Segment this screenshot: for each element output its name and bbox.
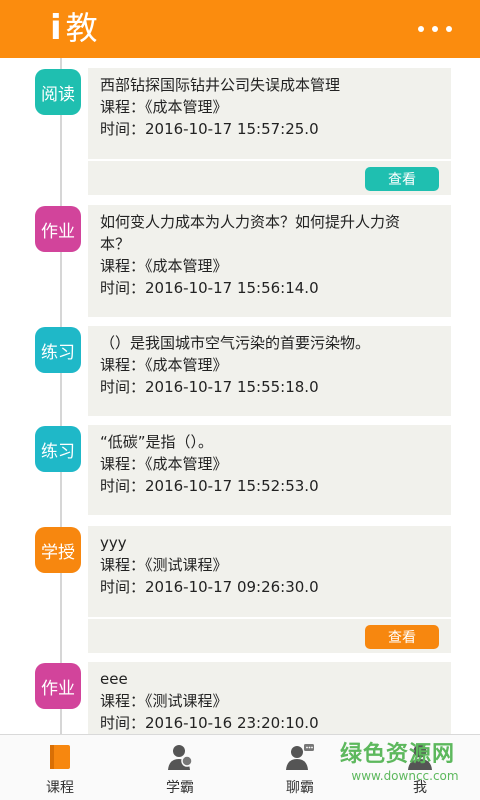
badge-label: 学授 xyxy=(41,542,75,563)
feed-card[interactable]: “低碳”是指（）。 课程：《成本管理》 时间：2016-10-17 15:52:… xyxy=(88,425,451,515)
badge-label: 阅读 xyxy=(41,84,75,105)
dot xyxy=(446,26,452,32)
card-time: 时间：2016-10-17 15:52:53.0 xyxy=(100,477,319,495)
app-logo: i 教 xyxy=(50,6,98,50)
nav-item-course[interactable]: 课程 xyxy=(0,735,120,800)
card-time: 时间：2016-10-16 23:20:10.0 xyxy=(100,714,319,732)
card-time: 时间：2016-10-17 15:55:18.0 xyxy=(100,378,319,396)
feed-card[interactable]: yyy 课程：《测试课程》 时间：2016-10-17 09:26:30.0 查… xyxy=(88,526,451,653)
card-course: 课程：《成本管理》 xyxy=(100,98,228,116)
card-title: “低碳”是指（）。 xyxy=(100,433,214,451)
badge-read: 阅读 xyxy=(35,69,81,115)
badge-lecture: 学授 xyxy=(35,527,81,573)
student-icon xyxy=(165,743,195,771)
logo-i: i xyxy=(50,8,62,48)
more-dots-icon[interactable] xyxy=(418,22,452,36)
nav-item-student[interactable]: 学霸 xyxy=(120,735,240,800)
card-footer: 查看 xyxy=(88,159,451,195)
card-time: 时间：2016-10-17 15:56:14.0 xyxy=(100,279,319,297)
card-course: 课程：《测试课程》 xyxy=(100,692,228,710)
timeline-line xyxy=(60,58,62,734)
card-time: 时间：2016-10-17 09:26:30.0 xyxy=(100,578,319,596)
badge-practice: 练习 xyxy=(35,426,81,472)
nav-label: 聊霸 xyxy=(286,780,314,796)
card-title: 如何变人力成本为人力资本？如何提升人力资 xyxy=(100,213,401,231)
watermark: 绿色资源网 www.downcc.com xyxy=(340,742,470,792)
card-title: 西部钻探国际钻井公司失误成本管理 xyxy=(100,76,341,94)
card-course: 课程：《成本管理》 xyxy=(100,356,228,374)
chat-user-icon xyxy=(285,743,315,771)
card-course: 课程：《成本管理》 xyxy=(100,257,228,275)
card-course: 课程：《测试课程》 xyxy=(100,556,228,574)
badge-practice: 练习 xyxy=(35,327,81,373)
view-button[interactable]: 查看 xyxy=(365,167,439,191)
feed-card[interactable]: （）是我国城市空气污染的首要污染物。 课程：《成本管理》 时间：2016-10-… xyxy=(88,326,451,416)
timeline-feed[interactable]: 阅读 西部钻探国际钻井公司失误成本管理 课程：《成本管理》 时间：2016-10… xyxy=(0,58,480,734)
watermark-main: 绿色资源网 xyxy=(340,742,456,767)
dot xyxy=(418,26,424,32)
card-title: （）是我国城市空气污染的首要污染物。 xyxy=(100,334,371,352)
card-title: 本？ xyxy=(100,235,131,253)
badge-homework: 作业 xyxy=(35,206,81,252)
card-time: 时间：2016-10-17 15:57:25.0 xyxy=(100,120,319,138)
badge-label: 作业 xyxy=(41,221,75,242)
feed-card[interactable]: 西部钻探国际钻井公司失误成本管理 课程：《成本管理》 时间：2016-10-17… xyxy=(88,68,451,195)
card-course: 课程：《成本管理》 xyxy=(100,455,228,473)
app-header: i 教 xyxy=(0,0,480,58)
book-icon xyxy=(45,743,75,771)
badge-label: 练习 xyxy=(41,342,75,363)
watermark-sub: www.downcc.com xyxy=(351,769,459,783)
dot xyxy=(432,26,438,32)
badge-label: 作业 xyxy=(41,678,75,699)
logo-text: 教 xyxy=(65,9,98,47)
feed-card[interactable]: eee 课程：《测试课程》 时间：2016-10-16 23:20:10.0 xyxy=(88,662,451,734)
card-title: eee xyxy=(100,670,128,688)
nav-label: 课程 xyxy=(46,780,74,796)
feed-card[interactable]: 如何变人力成本为人力资本？如何提升人力资 本？ 课程：《成本管理》 时间：201… xyxy=(88,205,451,317)
nav-label: 学霸 xyxy=(166,780,194,796)
badge-homework: 作业 xyxy=(35,663,81,709)
view-button[interactable]: 查看 xyxy=(365,625,439,649)
card-footer: 查看 xyxy=(88,617,451,653)
badge-label: 练习 xyxy=(41,441,75,462)
card-title: yyy xyxy=(100,534,127,552)
